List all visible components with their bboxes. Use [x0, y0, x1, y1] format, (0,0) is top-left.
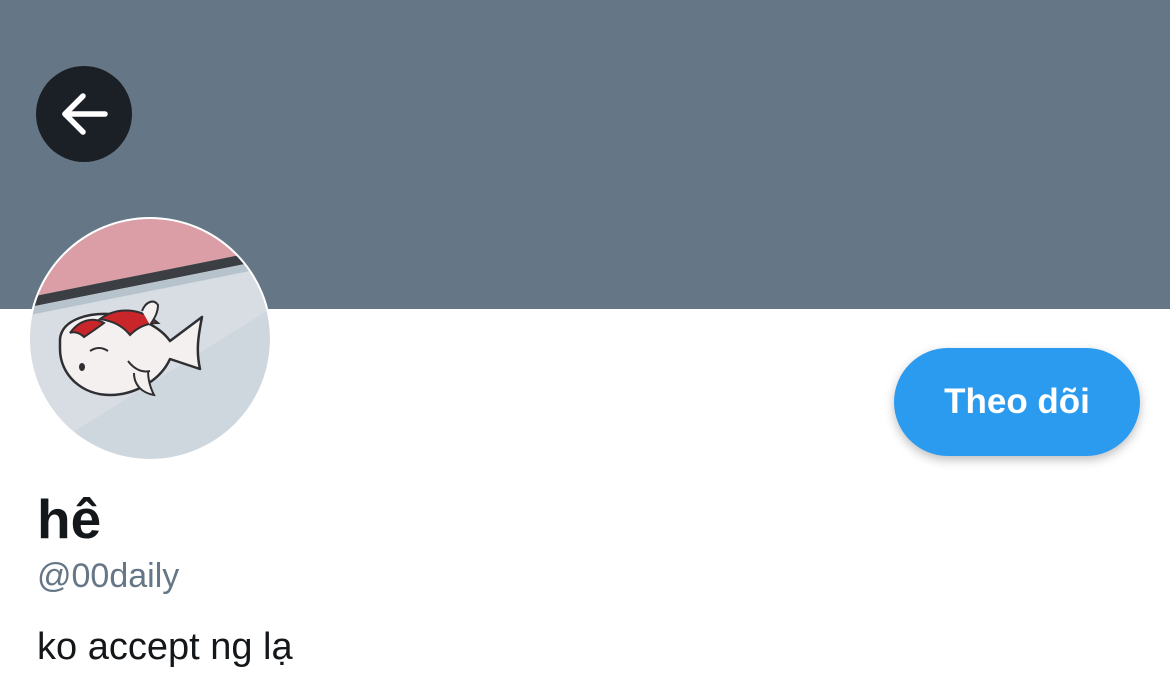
follow-button[interactable]: Theo dõi: [894, 348, 1140, 456]
profile-bio: ko accept ng lạ: [37, 626, 293, 668]
display-name: hê: [37, 488, 102, 550]
arrow-left-icon: [57, 87, 111, 141]
back-button[interactable]: [36, 66, 132, 162]
avatar[interactable]: [28, 217, 272, 461]
username-handle: @00daily: [37, 557, 180, 595]
profile-page: Theo dõi hê @00daily ko accept ng lạ: [0, 0, 1170, 699]
koi-fish-avatar-image: [30, 219, 270, 459]
